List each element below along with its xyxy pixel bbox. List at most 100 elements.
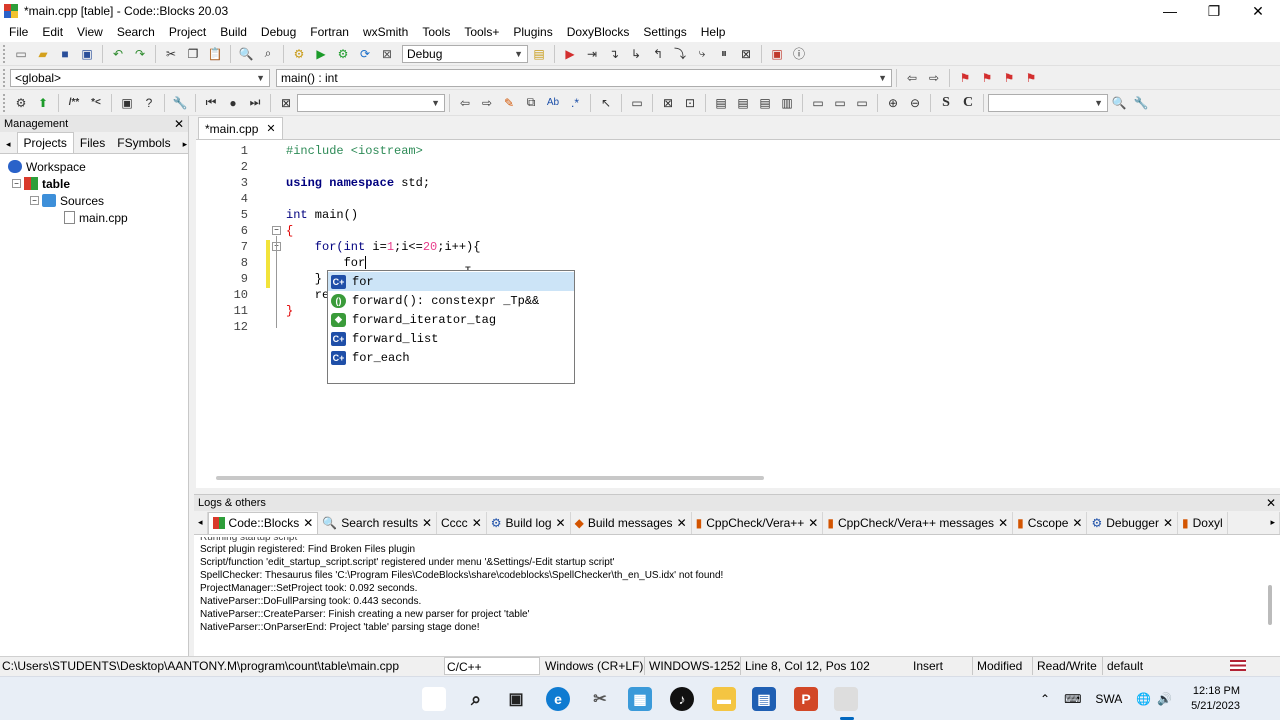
codeblocks-taskbar-icon[interactable] — [834, 687, 858, 711]
doxy-html-icon[interactable]: ▣ — [117, 94, 137, 112]
close-tab-icon[interactable]: ✕ — [472, 516, 482, 530]
search-go-icon[interactable]: 🔍 — [1109, 94, 1129, 112]
nassi-block4-icon[interactable]: ▥ — [777, 94, 797, 112]
menu-help[interactable]: Help — [694, 22, 733, 42]
target-options-icon[interactable]: ▤ — [529, 45, 549, 63]
tab-search-results[interactable]: 🔍 Search results ✕ — [318, 511, 438, 534]
close-tab-icon[interactable]: ✕ — [266, 122, 275, 135]
nassi-loop2-icon[interactable]: ▭ — [830, 94, 850, 112]
tab-scroll-left-icon[interactable]: ◂ — [194, 511, 208, 534]
nassi-box-icon[interactable]: ⊠ — [658, 94, 678, 112]
minimize-button[interactable]: — — [1148, 0, 1192, 22]
search-settings-icon[interactable]: 🔧 — [1131, 94, 1151, 112]
menu-search[interactable]: Search — [110, 22, 162, 42]
vertical-scrollbar[interactable] — [1268, 585, 1272, 625]
volume-icon[interactable]: 🔊 — [1157, 692, 1172, 706]
save-all-icon[interactable]: ▣ — [77, 45, 97, 63]
tree-workspace[interactable]: Workspace — [0, 158, 188, 175]
close-tab-icon[interactable]: ✕ — [556, 516, 566, 530]
tab-files[interactable]: Files — [74, 133, 111, 153]
tab-doxyblocks[interactable]: ▮ Doxyl — [1178, 511, 1228, 534]
build-target-select[interactable]: Debug ▼ — [402, 44, 528, 63]
toolbar-grip[interactable] — [3, 68, 7, 87]
chevron-up-icon[interactable]: ⌃ — [1040, 692, 1050, 706]
step-into-icon[interactable]: ↳ — [626, 45, 646, 63]
stop-debug-icon[interactable]: ⊠ — [736, 45, 756, 63]
arrow-left-icon[interactable]: ⇦ — [455, 94, 475, 112]
system-clock[interactable]: 12:18 PM 5/21/2023 — [1191, 684, 1240, 714]
run-icon[interactable]: ▶ — [311, 45, 331, 63]
menu-settings[interactable]: Settings — [636, 22, 693, 42]
tab-build-messages[interactable]: ◆ Build messages ✕ — [571, 511, 692, 534]
abort-icon[interactable]: ⊠ — [377, 45, 397, 63]
redo-icon[interactable]: ↷ — [130, 45, 150, 63]
debug-windows-icon[interactable]: ▣ — [767, 45, 787, 63]
autocomplete-item[interactable]: C+ for — [328, 272, 574, 291]
close-icon[interactable]: ✕ — [174, 117, 184, 131]
rebuild-icon[interactable]: ⟳ — [355, 45, 375, 63]
thread-search-input[interactable]: ▼ — [297, 93, 445, 112]
close-tab-icon[interactable]: ✕ — [677, 516, 687, 530]
style-s-button[interactable]: S — [936, 94, 956, 112]
jump-back-icon[interactable]: ⇦ — [902, 69, 922, 87]
debug-start-icon[interactable]: ▶ — [560, 45, 580, 63]
tab-cscope[interactable]: ▮ Cscope ✕ — [1013, 511, 1088, 534]
close-tab-icon[interactable]: ✕ — [422, 516, 432, 530]
build-run-icon[interactable]: ⚙ — [333, 45, 353, 63]
nassi-loop1-icon[interactable]: ▭ — [808, 94, 828, 112]
file-explorer-icon[interactable]: ▬ — [712, 687, 736, 711]
zoom-out-icon[interactable]: ⊖ — [905, 94, 925, 112]
autocomplete-item[interactable]: C+ for_each — [328, 348, 574, 367]
tab-fsymbols[interactable]: FSymbols — [111, 133, 176, 153]
toolbar-grip[interactable] — [3, 93, 7, 112]
search-icon[interactable]: ⌕ — [464, 687, 488, 711]
open-folder-icon[interactable]: ▰ — [33, 45, 53, 63]
maximize-button[interactable]: ❐ — [1192, 0, 1236, 22]
nassi-if-icon[interactable]: ⊡ — [680, 94, 700, 112]
save-icon[interactable]: ■ — [55, 45, 75, 63]
tab-scroll-right-icon[interactable]: ▸ — [177, 136, 194, 153]
nassi-block1-icon[interactable]: ▤ — [711, 94, 731, 112]
nassi-block2-icon[interactable]: ▤ — [733, 94, 753, 112]
menu-tools-plus[interactable]: Tools+ — [457, 22, 506, 42]
menu-doxyblocks[interactable]: DoxyBlocks — [560, 22, 637, 42]
next-instruction-icon[interactable]: ⤵ — [670, 45, 690, 63]
close-tab-icon[interactable]: ✕ — [1072, 516, 1082, 530]
tab-projects[interactable]: Projects — [16, 132, 74, 153]
menu-file[interactable]: File — [2, 22, 35, 42]
select-cursor-icon[interactable]: ↖ — [596, 94, 616, 112]
nassi-loop3-icon[interactable]: ▭ — [852, 94, 872, 112]
clear-search-icon[interactable]: ⊠ — [276, 94, 296, 112]
menu-debug[interactable]: Debug — [254, 22, 303, 42]
undo-icon[interactable]: ↶ — [108, 45, 128, 63]
step-out-icon[interactable]: ↰ — [648, 45, 668, 63]
tab-scroll-right-icon[interactable]: ▸ — [1266, 511, 1280, 534]
log-output[interactable]: Running startup script Script plugin reg… — [194, 535, 1280, 636]
tree-folder-sources[interactable]: − Sources — [0, 192, 188, 209]
tab-codeblocks-log[interactable]: Code::Blocks ✕ — [207, 511, 319, 534]
paste-icon[interactable]: 📋 — [205, 45, 225, 63]
doxy-chm-icon[interactable]: ? — [139, 94, 159, 112]
menu-project[interactable]: Project — [162, 22, 213, 42]
doxy-wizard-icon[interactable]: ⚙ — [11, 94, 31, 112]
tab-cppcheck[interactable]: ▮ CppCheck/Vera++ ✕ — [692, 511, 824, 534]
tree-project[interactable]: − table — [0, 175, 188, 192]
nassi-block3-icon[interactable]: ▤ — [755, 94, 775, 112]
block-comment-icon[interactable]: /** — [64, 94, 84, 112]
whole-word-icon[interactable]: Ab — [543, 94, 563, 112]
thread-search-dot-icon[interactable]: ● — [223, 94, 243, 112]
tiktok-icon[interactable]: ♪ — [670, 687, 694, 711]
autocomplete-item[interactable]: C+ forward_list — [328, 329, 574, 348]
next-bookmark-icon[interactable]: ⚑ — [999, 69, 1019, 87]
powerpoint-icon[interactable]: P — [794, 687, 818, 711]
horizontal-scrollbar[interactable] — [216, 476, 764, 480]
menu-wxsmith[interactable]: wxSmith — [356, 22, 415, 42]
new-file-icon[interactable]: ▭ — [11, 45, 31, 63]
find-icon[interactable]: 🔍 — [236, 45, 256, 63]
menu-view[interactable]: View — [70, 22, 110, 42]
toolbar-grip[interactable] — [3, 44, 7, 63]
function-select[interactable]: main() : int ▼ — [276, 68, 892, 87]
edge-icon[interactable]: e — [546, 687, 570, 711]
tab-scroll-left-icon[interactable]: ◂ — [0, 136, 17, 153]
start-icon[interactable] — [422, 687, 446, 711]
